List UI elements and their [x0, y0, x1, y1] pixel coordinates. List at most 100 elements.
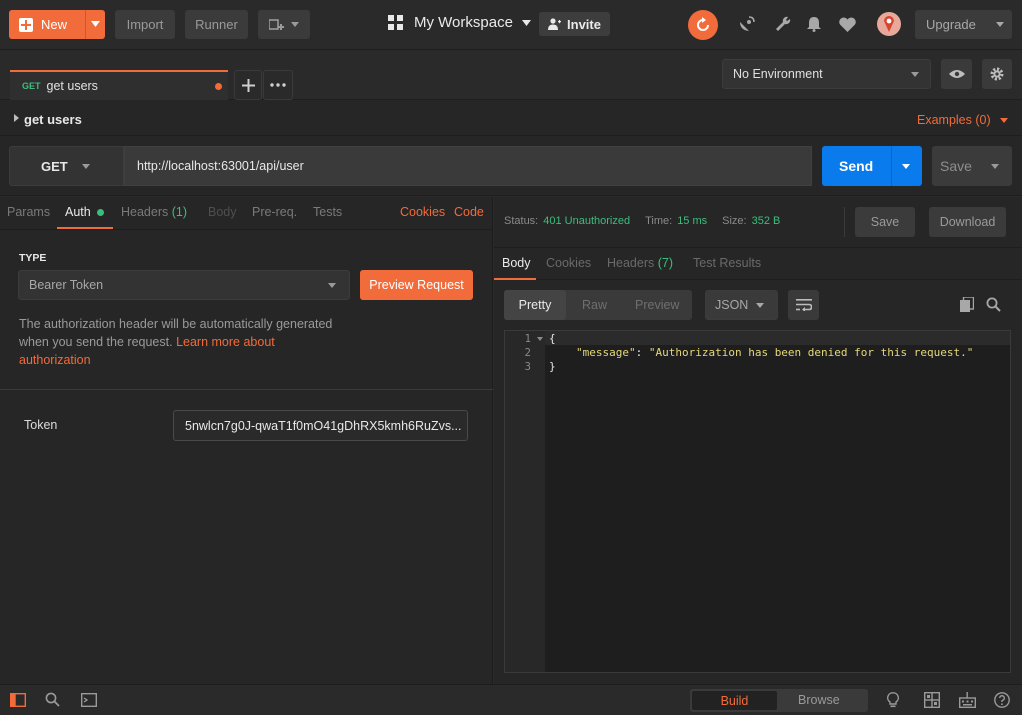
search-icon[interactable] [986, 297, 1001, 312]
caret-down-icon [911, 72, 919, 77]
response-tab-test-results[interactable]: Test Results [693, 256, 761, 270]
environment-select[interactable]: No Environment [722, 59, 931, 89]
send-label: Send [839, 158, 874, 174]
tab-prerequest[interactable]: Pre-req. [252, 205, 297, 219]
tab-headers[interactable]: Headers (1) [121, 205, 187, 219]
heart-icon[interactable] [839, 17, 856, 32]
response-tab-headers-label: Headers [607, 256, 655, 270]
sync-button[interactable] [688, 10, 718, 40]
url-input[interactable]: http://localhost:63001/api/user [124, 146, 812, 186]
cookies-link[interactable]: Cookies [400, 205, 445, 219]
code-link[interactable]: Code [454, 205, 484, 219]
mode-toggle: Build Browse [690, 689, 868, 712]
user-avatar-icon [882, 16, 896, 32]
caret-down-icon[interactable] [91, 21, 100, 27]
json-value: "Authorization has been denied for this … [648, 346, 974, 359]
upgrade-button[interactable]: Upgrade [915, 10, 1012, 39]
method-select[interactable]: GET [9, 146, 124, 186]
format-select[interactable]: JSON [705, 290, 778, 320]
avatar[interactable] [877, 12, 901, 36]
line-gutter: 1 2 3 [505, 331, 545, 672]
new-button-label: New [41, 17, 68, 32]
tab-get-users[interactable]: GET get users [10, 70, 228, 100]
token-value: 5nwlcn7g0J-qwaT1f0mO41gDhRX5kmh6RuZvs... [185, 418, 462, 433]
caret-down-icon[interactable] [991, 164, 999, 169]
send-button[interactable]: Send [822, 146, 922, 186]
new-tab-button[interactable] [234, 70, 262, 100]
tab-options-button[interactable] [263, 70, 293, 100]
tab-params[interactable]: Params [7, 205, 50, 219]
find-icon[interactable] [45, 692, 60, 707]
save-button[interactable]: Save [932, 146, 1012, 186]
caret-down-icon [291, 22, 299, 27]
examples-dropdown[interactable]: Examples (0) [917, 113, 1008, 127]
wrap-lines-button[interactable] [788, 290, 819, 320]
view-pretty-button[interactable]: Pretty [504, 290, 566, 320]
view-preview-button[interactable]: Preview [635, 298, 679, 312]
tab-label: get users [46, 79, 98, 93]
help-icon[interactable] [994, 692, 1010, 708]
caret-down-icon [756, 303, 764, 308]
workspace-switcher[interactable]: My Workspace [388, 14, 531, 31]
environment-quick-look-button[interactable] [941, 59, 972, 89]
console-icon[interactable] [81, 693, 97, 707]
satellite-icon[interactable] [738, 16, 755, 33]
preview-request-button[interactable]: Preview Request [360, 270, 473, 300]
status-bar: Build Browse [0, 684, 1022, 715]
keyboard-shortcuts-icon[interactable] [959, 692, 976, 708]
view-raw-button[interactable]: Raw [582, 298, 607, 312]
import-button[interactable]: Import [115, 10, 175, 39]
lightbulb-icon[interactable] [887, 692, 899, 708]
response-tab-body[interactable]: Body [502, 256, 531, 270]
sidebar-toggle-icon[interactable] [10, 693, 26, 707]
response-body-editor[interactable]: 1 2 3 { "message": "Authorization has be… [504, 330, 1011, 673]
caret-right-icon[interactable] [14, 114, 19, 122]
request-tabs: Params Auth Headers (1) Body Pre-req. Te… [0, 197, 493, 230]
new-window-button[interactable] [258, 10, 310, 39]
active-line-highlight [545, 331, 1010, 345]
caret-down-icon[interactable] [902, 164, 910, 169]
response-tab-cookies[interactable]: Cookies [546, 256, 591, 270]
method-value: GET [41, 158, 68, 174]
sync-icon [695, 17, 711, 33]
save-response-button[interactable]: Save [855, 207, 915, 237]
response-tab-headers[interactable]: Headers (7) [607, 256, 673, 270]
eye-icon [948, 69, 965, 79]
response-tabs: Body Cookies Headers (7) Test Results [494, 247, 1022, 280]
copy-icon[interactable] [960, 297, 974, 312]
caret-down-icon [996, 22, 1004, 27]
caret-down-icon [521, 19, 531, 26]
more-horizontal-icon [270, 83, 286, 87]
bell-icon[interactable] [807, 16, 821, 32]
manage-environments-button[interactable] [982, 59, 1012, 89]
request-title[interactable]: get users [24, 112, 82, 127]
upgrade-label: Upgrade [926, 17, 976, 32]
add-window-icon [269, 18, 285, 32]
request-title-row: get users Examples (0) [0, 100, 1022, 136]
download-response-button[interactable]: Download [929, 207, 1006, 237]
wrench-icon[interactable] [775, 16, 791, 32]
layout-icon[interactable] [924, 692, 940, 708]
token-input[interactable]: 5nwlcn7g0J-qwaT1f0mO41gDhRX5kmh6RuZvs... [173, 410, 468, 441]
tab-auth[interactable]: Auth [65, 205, 91, 219]
tab-auth-underline [57, 227, 113, 229]
headers-count: (1) [171, 205, 188, 219]
plus-icon [241, 78, 255, 92]
invite-button[interactable]: Invite [539, 12, 610, 36]
code-line: "message": "Authorization has been denie… [576, 346, 974, 359]
token-label: Token [24, 418, 58, 432]
top-toolbar: New Import Runner My Workspace Invite Up… [0, 0, 1022, 50]
caret-down-icon [82, 164, 90, 169]
gear-icon [989, 66, 1005, 82]
line-number: 2 [524, 347, 531, 359]
tab-body: Body [208, 205, 237, 219]
tab-tests[interactable]: Tests [313, 205, 342, 219]
new-button[interactable]: New [9, 10, 105, 39]
fold-caret-icon[interactable] [537, 337, 543, 341]
runner-button[interactable]: Runner [185, 10, 248, 39]
wrap-lines-icon [795, 299, 812, 311]
invite-label: Invite [567, 16, 601, 32]
auth-type-select[interactable]: Bearer Token [18, 270, 350, 300]
build-mode-button[interactable]: Build [692, 691, 777, 710]
browse-mode-button[interactable]: Browse [798, 693, 840, 707]
